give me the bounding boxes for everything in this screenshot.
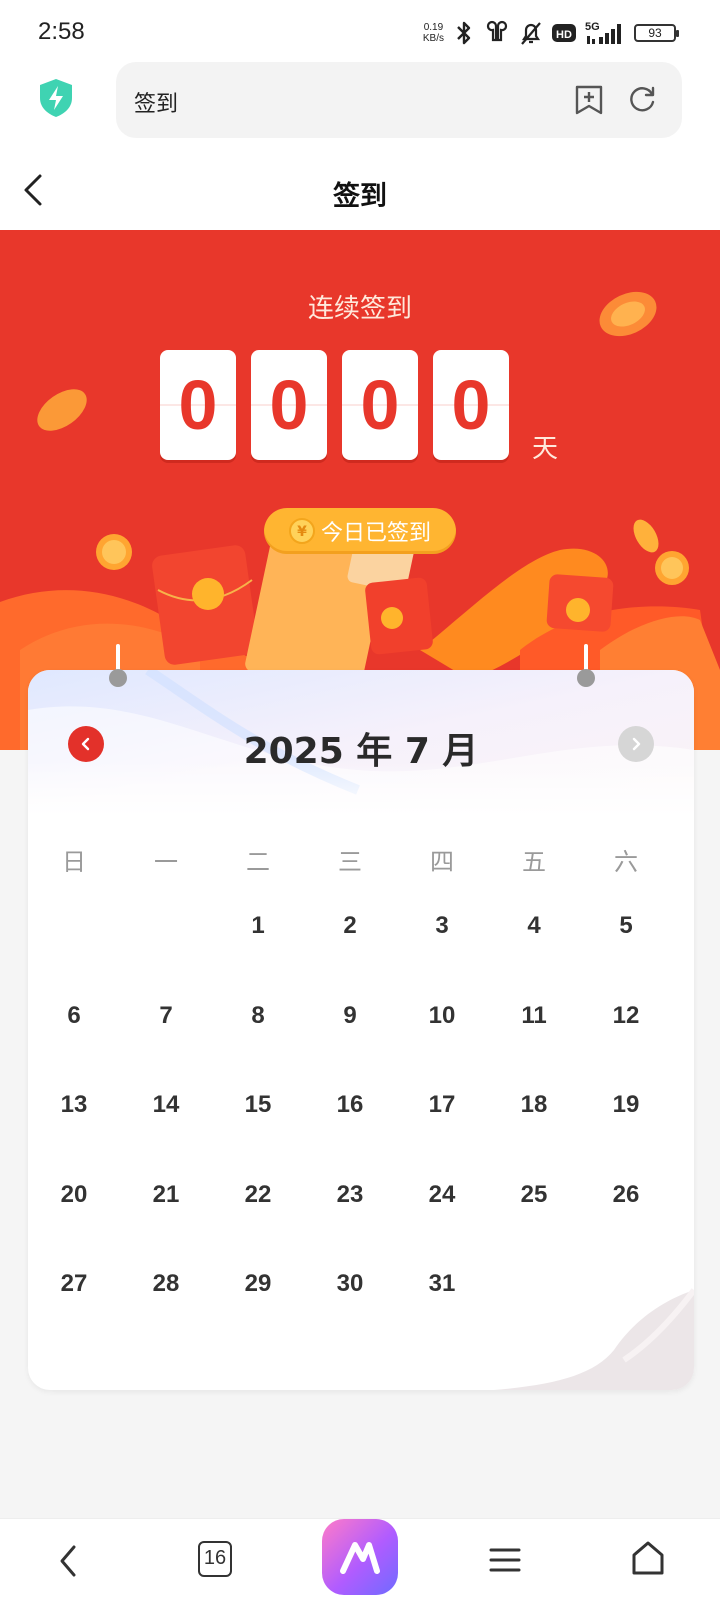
checked-in-text: 今日已签到 [320,521,431,546]
shield-bolt-icon[interactable] [38,78,74,118]
calendar-day[interactable]: 12 [596,1002,656,1030]
bookmark-add-icon[interactable] [574,84,604,116]
weekday-label: 二 [246,848,270,876]
streak-digit: 0 [342,350,418,460]
calendar-day[interactable]: 2 [320,912,380,940]
calendar-ring [109,644,127,687]
bottom-navigation: 16 [0,1518,720,1600]
calendar-day[interactable]: 8 [228,1002,288,1030]
hd-label: HD [556,29,572,41]
streak-digit: 0 [160,350,236,460]
streak-digit: 0 [251,350,327,460]
page-curl-decoration [494,1288,694,1390]
battery-indicator: 93 [634,24,679,42]
weekday-label: 一 [154,848,178,876]
calendar-day[interactable]: 15 [228,1091,288,1119]
home-icon[interactable] [630,1539,666,1579]
signal-icon: 5G [585,21,621,44]
calendar-day[interactable]: 25 [504,1181,564,1209]
page-header: 签到 [0,154,720,230]
streak-digit: 0 [433,350,509,460]
browser-toolbar: 签到 [0,62,720,154]
network-label: 5G [585,21,600,33]
calendar-day[interactable]: 21 [136,1181,196,1209]
coin-symbol: ¥ [297,524,307,540]
calendar-day[interactable]: 26 [596,1181,656,1209]
calendar-ring [577,644,595,687]
calendar-day[interactable]: 17 [412,1091,472,1119]
calendar-day[interactable]: 18 [504,1091,564,1119]
chevron-right-icon [632,737,641,751]
calendar-day[interactable]: 20 [44,1181,104,1209]
calendar-day[interactable]: 14 [136,1091,196,1119]
streak-unit: 天 [532,434,559,464]
ai-assistant-button[interactable] [322,1519,398,1595]
status-bar: 2:58 0.19 KB/s HD 5G 93 [0,0,720,62]
network-speed: 0.19 KB/s [423,22,444,44]
earbuds-icon [486,20,508,42]
network-speed-value: 0.19 [423,22,444,33]
address-bar[interactable]: 签到 [116,62,682,138]
calendar-day[interactable]: 27 [44,1270,104,1298]
weekday-label: 六 [614,848,638,876]
refresh-icon[interactable] [626,84,658,116]
status-icons: 0.19 KB/s HD 5G 93 [423,18,679,48]
ai-logo-icon [340,1542,380,1574]
menu-icon[interactable] [488,1545,522,1575]
calendar-day[interactable]: 30 [320,1270,380,1298]
calendar-day[interactable]: 24 [412,1181,472,1209]
calendar-day[interactable]: 9 [320,1002,380,1030]
bluetooth-icon [457,21,471,45]
weekday-label: 五 [522,848,546,876]
calendar-day[interactable]: 1 [228,912,288,940]
page-title: 签到 [333,181,387,212]
weekday-row: 日 一 二 三 四 五 六 [28,842,694,882]
weekday-label: 四 [430,848,454,876]
calendar-day[interactable]: 29 [228,1270,288,1298]
calendar-day[interactable]: 4 [504,912,564,940]
checked-in-badge: ¥ 今日已签到 [264,508,456,554]
calendar-day[interactable]: 3 [412,912,472,940]
calendar-day[interactable]: 7 [136,1002,196,1030]
hd-icon: HD [552,24,576,42]
calendar-day[interactable]: 11 [504,1002,564,1030]
calendar-day[interactable]: 5 [596,912,656,940]
network-speed-unit: KB/s [422,33,444,44]
calendar-day[interactable]: 23 [320,1181,380,1209]
calendar-card: 2025 年 7 月 日 一 二 三 四 五 六 1 2 3 4 5 6 7 8 9 10 11 12… [28,670,694,1390]
calendar-day[interactable]: 19 [596,1091,656,1119]
weekday-label: 日 [62,848,86,876]
address-bar-text[interactable]: 签到 [134,86,178,118]
next-month-button[interactable] [618,726,654,762]
status-time: 2:58 [38,18,85,45]
calendar-day[interactable]: 16 [320,1091,380,1119]
calendar-day[interactable]: 13 [44,1091,104,1119]
calendar-day[interactable]: 28 [136,1270,196,1298]
calendar-day[interactable]: 31 [412,1270,472,1298]
mute-bell-icon [521,22,541,45]
weekday-label: 三 [338,848,362,876]
calendar-day[interactable]: 22 [228,1181,288,1209]
coin-icon: ¥ [288,518,315,544]
nav-back-icon[interactable] [54,1541,84,1581]
calendar-day[interactable]: 10 [412,1002,472,1030]
month-title: 2025 年 7 月 [243,731,479,772]
tabs-button[interactable]: 16 [198,1541,232,1577]
streak-label: 连续签到 [307,294,412,324]
calendar-day[interactable]: 6 [44,1002,104,1030]
